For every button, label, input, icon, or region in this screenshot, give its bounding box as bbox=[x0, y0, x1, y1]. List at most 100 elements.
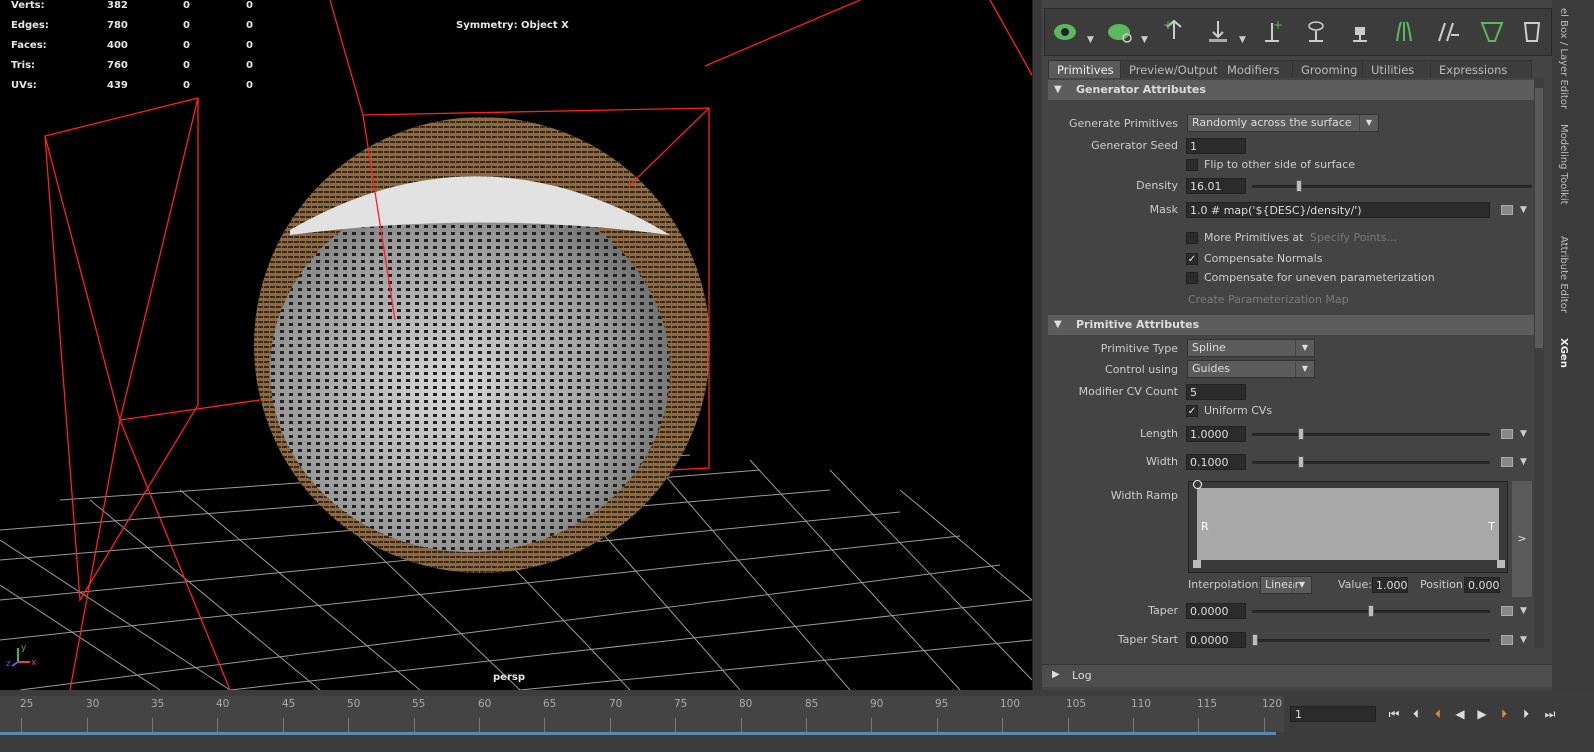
taper-slider[interactable] bbox=[1252, 605, 1490, 617]
tick-label: 100 bbox=[1000, 698, 1021, 710]
step-forward-key-icon[interactable]: ⏵ bbox=[1494, 704, 1514, 724]
generate-primitives-dropdown[interactable]: Randomly across the surface ▼ bbox=[1187, 114, 1379, 132]
more-primitives-checkbox[interactable] bbox=[1186, 232, 1198, 244]
width-slider[interactable] bbox=[1252, 456, 1490, 468]
guide-mode-icon[interactable] bbox=[1515, 15, 1549, 49]
xgen-toolbar: ▼ ▼ + ▼ + bbox=[1044, 8, 1552, 56]
length-slider-handle[interactable] bbox=[1298, 428, 1304, 440]
attributes-scrollbar[interactable] bbox=[1534, 78, 1544, 648]
create-parameterization-map-button[interactable]: Create Parameterization Map bbox=[1188, 291, 1349, 309]
side-tab-modeling-toolkit[interactable]: Modeling Toolkit bbox=[1558, 124, 1569, 205]
symmetry-label: Symmetry: Object X bbox=[456, 20, 569, 31]
go-to-end-icon[interactable]: ⏭ bbox=[1540, 704, 1560, 724]
svg-text:+: + bbox=[1273, 18, 1283, 32]
lock-guides-icon[interactable] bbox=[1343, 15, 1377, 49]
add-guides-icon[interactable]: + bbox=[1157, 15, 1191, 49]
chevron-down-icon[interactable]: ▼ bbox=[1141, 35, 1148, 45]
chevron-down-icon[interactable]: ▼ bbox=[1520, 205, 1527, 215]
primitive-attributes-header[interactable]: ▼ Primitive Attributes bbox=[1048, 315, 1534, 335]
side-tab-xgen[interactable]: XGen bbox=[1558, 338, 1569, 368]
uniform-cvs-checkbox[interactable]: ✓ bbox=[1186, 405, 1198, 417]
tick-label: 75 bbox=[674, 698, 688, 710]
mask-expression-field[interactable]: 1.0 # map('${DESC}/density/') bbox=[1186, 202, 1490, 218]
taper-start-slider[interactable] bbox=[1252, 634, 1490, 646]
flip-surface-checkbox[interactable] bbox=[1186, 159, 1198, 171]
expression-editor-icon[interactable] bbox=[1501, 429, 1513, 439]
chevron-down-icon[interactable]: ▼ bbox=[1087, 35, 1094, 45]
length-slider[interactable] bbox=[1252, 428, 1490, 440]
time-slider[interactable]: 25 30 35 40 45 50 55 60 65 70 75 80 85 9… bbox=[0, 690, 1594, 752]
hide-primitives-icon[interactable] bbox=[1103, 15, 1137, 49]
tab-grooming[interactable]: Grooming bbox=[1292, 60, 1372, 79]
chevron-down-icon: ▼ bbox=[1292, 577, 1311, 593]
tab-utilities[interactable]: Utilities bbox=[1362, 60, 1438, 79]
tab-primitives[interactable]: Primitives bbox=[1048, 60, 1126, 79]
visibility-eye-icon[interactable] bbox=[1049, 15, 1083, 49]
compensate-uneven-label: Compensate for uneven parameterization bbox=[1204, 271, 1435, 284]
current-frame-field[interactable]: 1 bbox=[1290, 706, 1376, 722]
width-slider-handle[interactable] bbox=[1298, 456, 1304, 468]
step-forward-frame-icon[interactable]: ⏵ bbox=[1516, 704, 1536, 724]
taper-slider-handle[interactable] bbox=[1368, 605, 1374, 617]
generator-attributes-header[interactable]: ▼ Generator Attributes bbox=[1048, 80, 1534, 100]
chevron-down-icon[interactable]: ▼ bbox=[1520, 429, 1527, 439]
step-back-key-icon[interactable]: ⏴ bbox=[1428, 704, 1448, 724]
show-guides-icon[interactable] bbox=[1299, 15, 1333, 49]
interpolation-dropdown[interactable]: Linear ▼ bbox=[1260, 576, 1312, 594]
add-guide-icon[interactable]: + bbox=[1255, 15, 1289, 49]
width-field[interactable]: 0.1000 bbox=[1186, 454, 1246, 470]
chevron-down-icon[interactable]: ▼ bbox=[1520, 606, 1527, 616]
side-tab-attribute-editor[interactable]: Attribute Editor bbox=[1558, 236, 1569, 313]
taper-field[interactable]: 0.0000 bbox=[1186, 603, 1246, 619]
expression-editor-icon[interactable] bbox=[1501, 635, 1513, 645]
comb-guides-icon[interactable] bbox=[1475, 15, 1509, 49]
scrollbar-thumb[interactable] bbox=[1535, 88, 1543, 348]
taper-start-field[interactable]: 0.0000 bbox=[1186, 632, 1246, 648]
ramp-expand-button[interactable]: > bbox=[1512, 481, 1532, 597]
specify-points-button[interactable]: Specify Points... bbox=[1310, 229, 1397, 247]
move-guides-icon[interactable] bbox=[1201, 15, 1235, 49]
compensate-uneven-checkbox[interactable] bbox=[1186, 272, 1198, 284]
log-section-header[interactable]: ▶ Log bbox=[1042, 664, 1552, 687]
density-field[interactable]: 16.01 bbox=[1186, 178, 1246, 194]
generator-seed-field[interactable]: 1 bbox=[1186, 138, 1246, 154]
play-backwards-icon[interactable]: ◀ bbox=[1450, 704, 1470, 724]
expression-editor-icon[interactable] bbox=[1501, 205, 1513, 215]
density-slider[interactable] bbox=[1252, 180, 1532, 192]
ramp-value-field[interactable]: 1.000 bbox=[1372, 577, 1408, 593]
guide-spline-icon[interactable] bbox=[1387, 15, 1421, 49]
tick-label: 45 bbox=[282, 698, 296, 710]
tab-modifiers[interactable]: Modifiers bbox=[1218, 60, 1296, 79]
width-ramp-curve[interactable]: R T bbox=[1197, 488, 1499, 560]
length-field[interactable]: 1.0000 bbox=[1186, 426, 1246, 442]
sculpt-guides-icon[interactable] bbox=[1431, 15, 1465, 49]
taper-start-slider-handle[interactable] bbox=[1252, 634, 1258, 646]
chevron-down-icon[interactable]: ▼ bbox=[1239, 35, 1246, 45]
tab-expressions[interactable]: Expressions bbox=[1430, 60, 1532, 79]
hair-sphere bbox=[254, 117, 710, 573]
control-using-dropdown[interactable]: Guides ▼ bbox=[1187, 360, 1315, 378]
playback-range-bar[interactable] bbox=[0, 732, 1276, 735]
primitive-type-dropdown[interactable]: Spline ▼ bbox=[1187, 339, 1315, 357]
expression-editor-icon[interactable] bbox=[1501, 457, 1513, 467]
ramp-key-delete-icon[interactable] bbox=[1193, 560, 1201, 568]
timeline-ruler[interactable]: 25 30 35 40 45 50 55 60 65 70 75 80 85 9… bbox=[0, 696, 1284, 732]
tab-preview-output[interactable]: Preview/Output bbox=[1120, 60, 1222, 79]
compensate-normals-checkbox[interactable]: ✓ bbox=[1186, 253, 1198, 265]
step-back-frame-icon[interactable]: ⏴ bbox=[1406, 704, 1426, 724]
3d-viewport[interactable]: y x z Verts: 382 0 0 Edges: 780 0 0 Face… bbox=[0, 0, 1032, 690]
modifier-cv-count-field[interactable]: 5 bbox=[1186, 384, 1246, 400]
chevron-down-icon[interactable]: ▼ bbox=[1520, 635, 1527, 645]
ramp-key-delete-icon[interactable] bbox=[1497, 560, 1505, 568]
expression-editor-icon[interactable] bbox=[1501, 606, 1513, 616]
width-ramp-editor[interactable]: R T bbox=[1188, 480, 1508, 573]
ramp-key-handle[interactable] bbox=[1193, 480, 1202, 489]
go-to-start-icon[interactable]: ⏮ bbox=[1384, 704, 1404, 724]
chevron-down-icon: ▼ bbox=[1295, 340, 1314, 356]
modifier-cv-count-label: Modifier CV Count bbox=[1078, 385, 1178, 398]
ramp-position-field[interactable]: 0.000 bbox=[1464, 577, 1500, 593]
play-forwards-icon[interactable]: ▶ bbox=[1472, 704, 1492, 724]
side-tab-channel-box[interactable]: el Box / Layer Editor bbox=[1558, 8, 1569, 109]
density-slider-handle[interactable] bbox=[1296, 180, 1302, 192]
chevron-down-icon[interactable]: ▼ bbox=[1520, 457, 1527, 467]
